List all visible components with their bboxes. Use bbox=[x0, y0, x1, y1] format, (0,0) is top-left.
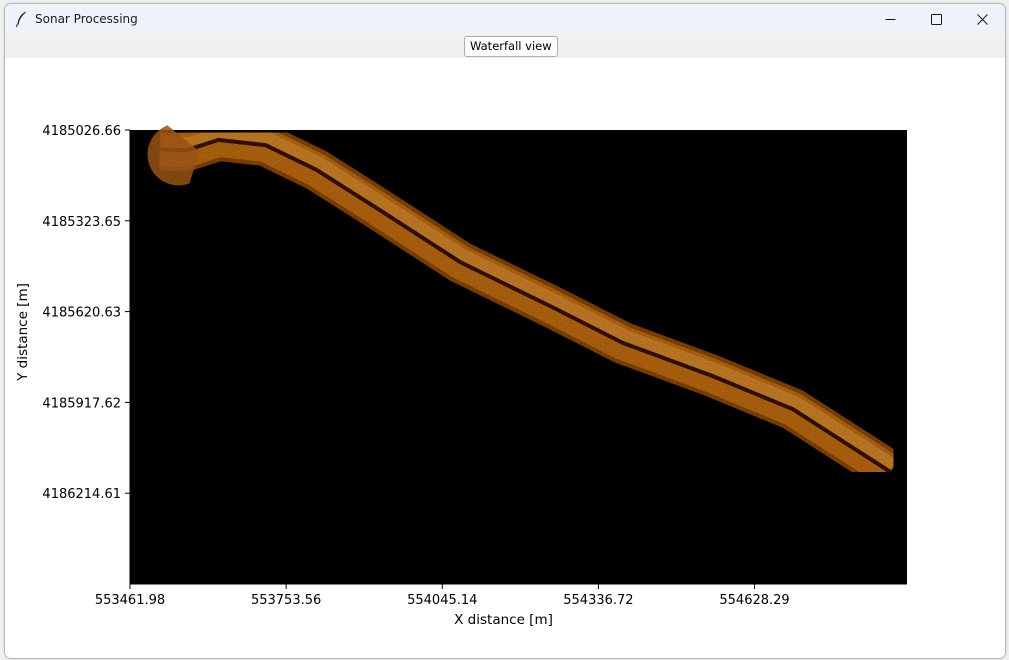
y-axis-label: Y distance [m] bbox=[15, 283, 31, 382]
y-tick-label: 4186214.61 bbox=[42, 487, 121, 502]
minimize-button[interactable] bbox=[867, 4, 913, 34]
plot-area: 553461.98 553753.56 554045.14 554336.72 5546… bbox=[5, 58, 1005, 658]
app-window: Sonar Processing Waterfall view 553461.9… bbox=[4, 3, 1006, 659]
window-title: Sonar Processing bbox=[35, 12, 138, 26]
minimize-icon bbox=[885, 14, 896, 25]
x-tick-label: 553753.56 bbox=[251, 593, 321, 608]
sonar-mosaic-chart: 553461.98 553753.56 554045.14 554336.72 5546… bbox=[15, 118, 907, 628]
toolbar: Waterfall view bbox=[5, 34, 1005, 58]
close-icon bbox=[976, 13, 988, 25]
x-tick-label: 554336.72 bbox=[563, 593, 633, 608]
x-axis-label: X distance [m] bbox=[454, 612, 553, 628]
y-tick-label: 4185026.66 bbox=[42, 124, 121, 139]
waterfall-view-button[interactable]: Waterfall view bbox=[464, 36, 558, 57]
title-bar[interactable]: Sonar Processing bbox=[5, 4, 1005, 34]
x-tick-label: 554628.29 bbox=[719, 593, 789, 608]
maximize-button[interactable] bbox=[913, 4, 959, 34]
x-tick-label: 553461.98 bbox=[95, 593, 165, 608]
close-button[interactable] bbox=[959, 4, 1005, 34]
y-tick-label: 4185917.62 bbox=[42, 396, 121, 411]
feather-icon bbox=[14, 11, 28, 27]
plot-background bbox=[130, 130, 907, 584]
y-tick-label: 4185323.65 bbox=[42, 215, 121, 230]
y-tick-label: 4185620.63 bbox=[42, 306, 121, 321]
x-tick-label: 554045.14 bbox=[407, 593, 477, 608]
maximize-icon bbox=[930, 13, 942, 25]
